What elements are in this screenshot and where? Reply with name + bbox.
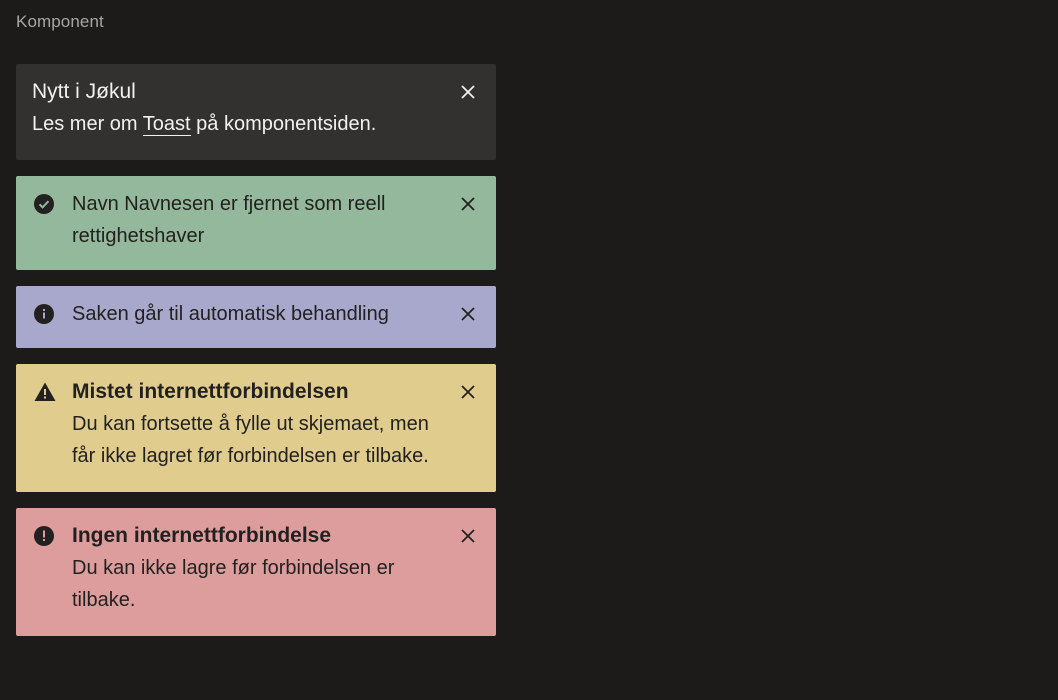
- toast-body: Les mer om Toast på komponentsiden.: [32, 108, 436, 140]
- toast-message: Du kan fortsette å fylle ut skjemaet, me…: [72, 413, 429, 467]
- close-icon: [461, 197, 475, 211]
- error-circle-icon: [34, 526, 54, 546]
- toast-link[interactable]: Toast: [142, 113, 191, 136]
- toast-info: Saken går til automatisk behandling: [16, 286, 496, 348]
- toast-body-text-before: Les mer om: [32, 113, 143, 135]
- toast-title: Ingen internettforbindelse: [72, 524, 332, 547]
- close-button[interactable]: [458, 194, 478, 214]
- page-label: Komponent: [16, 12, 104, 31]
- close-icon: [461, 529, 475, 543]
- toast-success: Navn Navnesen er fjernet som reell retti…: [16, 176, 496, 270]
- close-button[interactable]: [458, 304, 478, 324]
- toast-message: Navn Navnesen er fjernet som reell retti…: [72, 193, 386, 247]
- info-circle-icon: [34, 304, 54, 324]
- toast-message: Saken går til automatisk behandling: [72, 303, 389, 325]
- close-icon: [461, 307, 475, 321]
- close-icon: [461, 85, 475, 99]
- warning-triangle-icon: [34, 382, 56, 402]
- toast-title: Nytt i Jøkul: [32, 80, 136, 103]
- toast-news: Nytt i Jøkul Les mer om Toast på kompone…: [16, 64, 496, 160]
- toast-error: Ingen internettforbindelse Du kan ikke l…: [16, 508, 496, 636]
- close-button[interactable]: [458, 526, 478, 546]
- toast-body-text-after: på komponentsiden.: [190, 113, 377, 135]
- check-circle-icon: [34, 194, 54, 214]
- toast-title: Mistet internettforbindelsen: [72, 380, 349, 403]
- toast-message: Du kan ikke lagre før forbindelsen er ti…: [72, 557, 395, 611]
- close-button[interactable]: [458, 382, 478, 402]
- close-button[interactable]: [458, 82, 478, 102]
- toast-warning: Mistet internettforbindelsen Du kan fort…: [16, 364, 496, 492]
- close-icon: [461, 385, 475, 399]
